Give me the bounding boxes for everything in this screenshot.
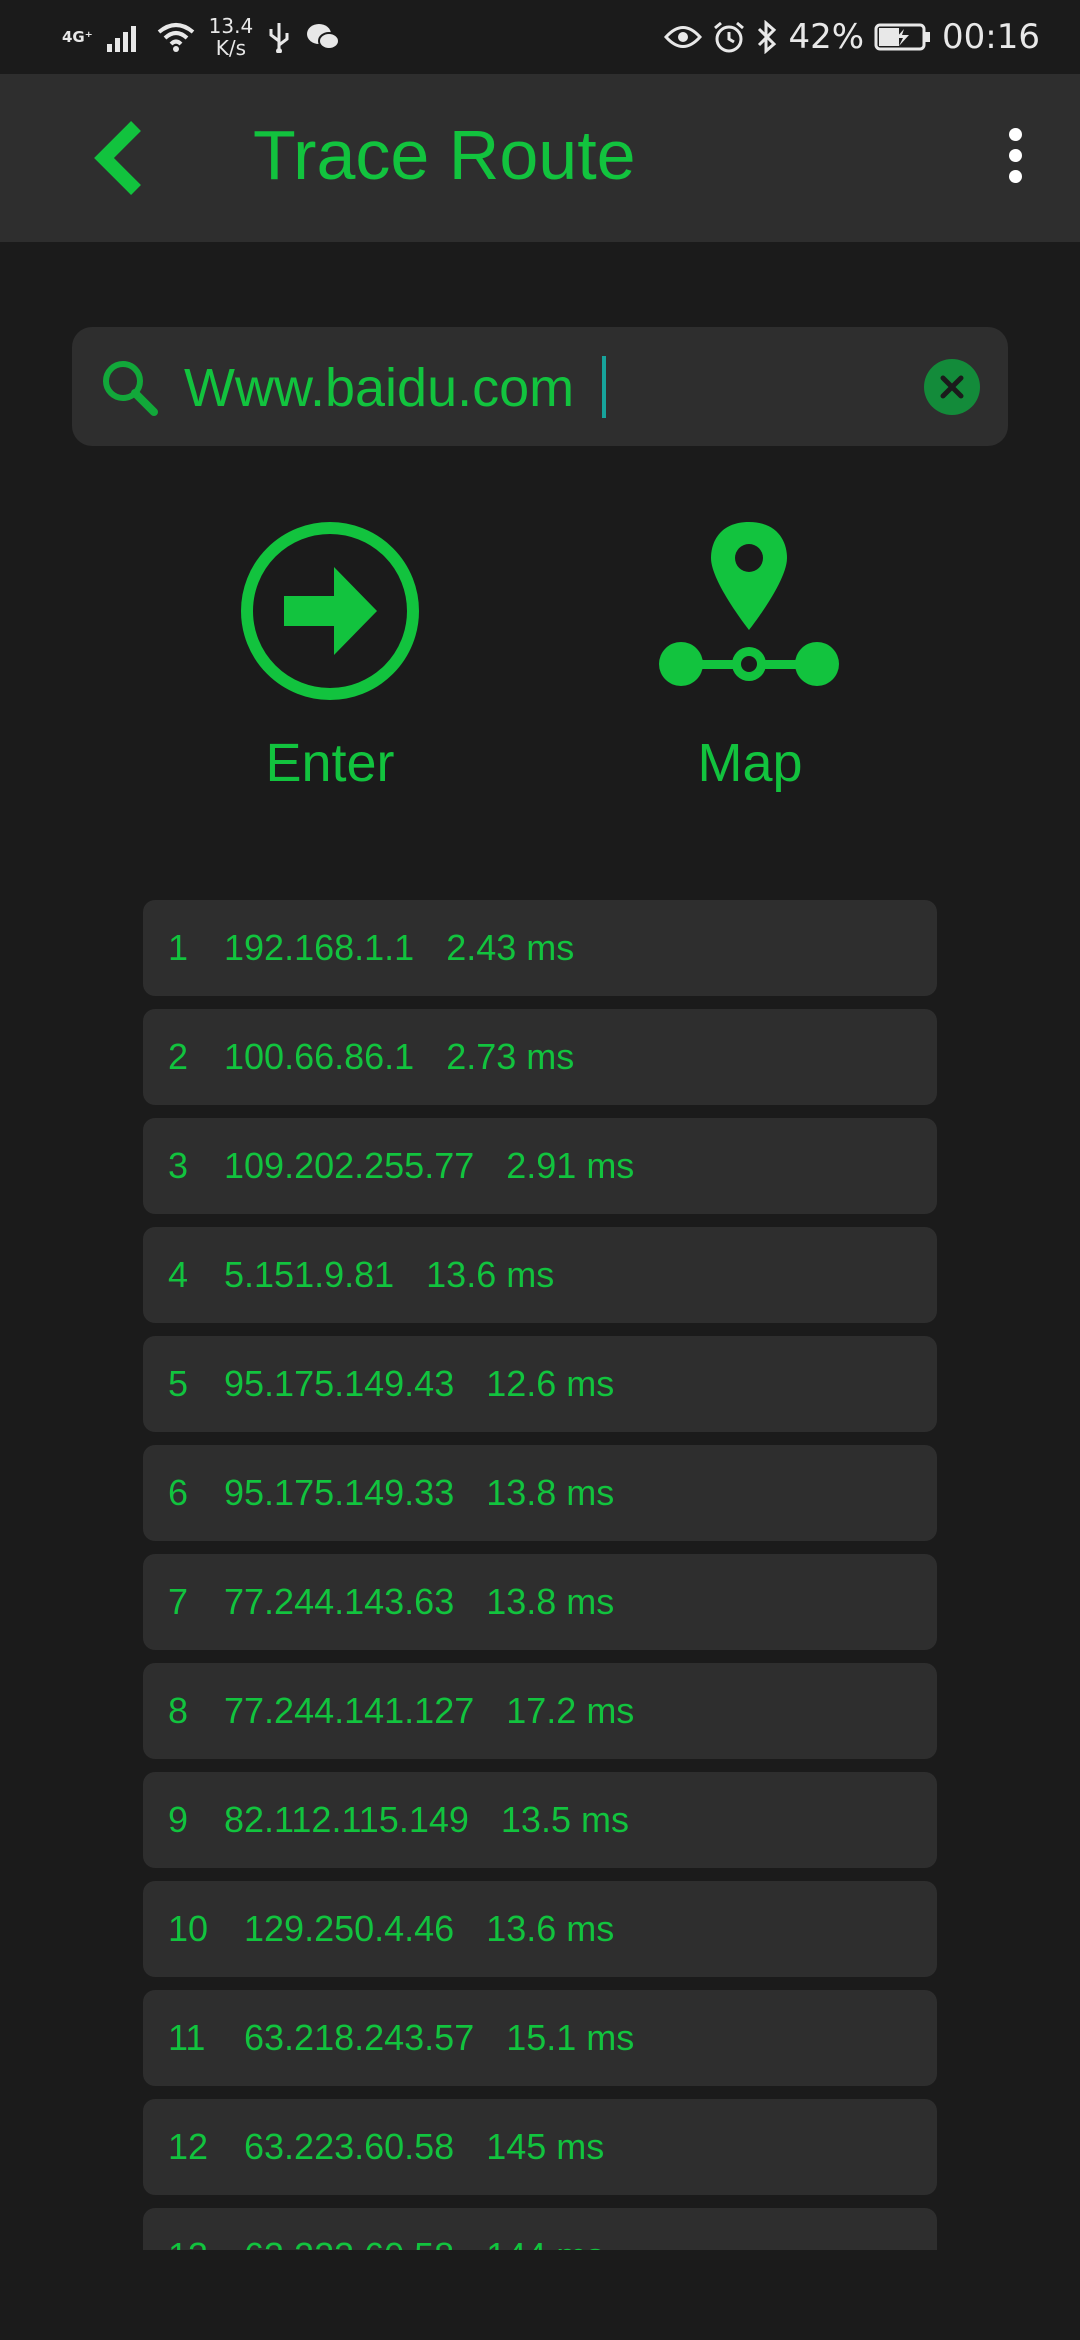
usb-icon — [269, 23, 289, 53]
hop-row[interactable]: 8 77.244.141.127 17.2 ms — [143, 1663, 937, 1759]
cell-signal-icon — [106, 26, 136, 52]
hop-number: 9 — [168, 1799, 189, 1840]
hop-row[interactable]: 1 192.168.1.1 2.43 ms — [143, 900, 937, 996]
hop-latency: 13.8 ms — [486, 1472, 615, 1513]
hop-ip-address: 63.223.60.58 — [244, 2126, 455, 2167]
dot-icon — [1008, 128, 1022, 141]
dot-icon — [1008, 149, 1022, 162]
enter-button[interactable]: Enter — [220, 520, 440, 794]
hop-latency: 13.8 ms — [486, 1581, 615, 1622]
battery-charging-icon — [874, 23, 931, 51]
hop-ip-address: 109.202.255.77 — [224, 1145, 475, 1186]
status-left: 4G⁺ 13.4 K/s — [62, 14, 341, 60]
app-bar: Trace Route — [0, 74, 1080, 242]
wechat-icon — [307, 24, 341, 50]
hop-latency: 15.1 ms — [506, 2017, 635, 2058]
text-caret — [602, 356, 606, 418]
eye-icon — [664, 26, 703, 48]
hop-row[interactable]: 6 95.175.149.33 13.8 ms — [143, 1445, 937, 1541]
host-input[interactable] — [182, 349, 986, 427]
hop-number: 2 — [168, 1036, 189, 1077]
close-icon — [940, 375, 964, 399]
hop-ip-address: 63.218.243.57 — [244, 2017, 475, 2058]
hop-ip-address: 100.66.86.1 — [224, 1036, 415, 1077]
map-label: Map — [697, 733, 803, 793]
hop-number: 6 — [168, 1472, 189, 1513]
back-arrow-icon — [94, 121, 141, 195]
status-bar: 4G⁺ 13.4 K/s 42% 00:16 — [0, 0, 1080, 74]
enter-label: Enter — [265, 733, 395, 793]
status-right: 42% 00:16 — [664, 14, 1040, 60]
hop-row[interactable]: 2 100.66.86.1 2.73 ms — [143, 1009, 937, 1105]
hop-number: 3 — [168, 1145, 189, 1186]
overflow-menu-button[interactable] — [996, 128, 1034, 196]
hop-number: 11 — [168, 2017, 206, 2058]
hop-number: 13 — [168, 2235, 244, 2250]
hop-number: 12 — [168, 2126, 209, 2167]
hop-latency: 2.73 ms — [446, 1036, 575, 1077]
hop-row[interactable]: 11 63.218.243.57 15.1 ms — [143, 1990, 937, 2086]
hop-latency: 145 ms — [486, 2126, 605, 2167]
hop-number: 4 — [168, 1254, 189, 1295]
battery-percent: 42% — [788, 17, 865, 57]
network-type: 4G⁺ — [62, 27, 93, 46]
speed-unit: K/s — [215, 36, 247, 60]
hop-number: 8 — [168, 1690, 189, 1731]
alarm-icon — [714, 21, 745, 53]
back-button[interactable] — [88, 118, 158, 198]
search-bar — [72, 327, 1008, 446]
page-title: Trace Route — [253, 116, 636, 194]
map-pin-route-icon — [659, 522, 839, 686]
hop-ip-address: 77.244.143.63 — [224, 1581, 455, 1622]
hop-row[interactable]: 1363.223.60.58 144 ms — [143, 2208, 937, 2250]
hop-ip-address: 95.175.149.43 — [224, 1363, 455, 1404]
clock: 00:16 — [942, 17, 1040, 57]
hop-row[interactable]: 9 82.112.115.149 13.5 ms — [143, 1772, 937, 1868]
hop-latency: 144 ms — [486, 2235, 604, 2250]
hop-number: 10 — [168, 1908, 209, 1949]
hop-row[interactable]: 5 95.175.149.43 12.6 ms — [143, 1336, 937, 1432]
hop-row[interactable]: 10 129.250.4.46 13.6 ms — [143, 1881, 937, 1977]
arrow-circle-icon — [241, 522, 419, 700]
trace-results-list[interactable]: 1 192.168.1.1 2.43 ms 2 100.66.86.1 2.73 ms 3 1… — [143, 900, 937, 2250]
hop-row[interactable]: 7 77.244.143.63 13.8 ms — [143, 1554, 937, 1650]
hop-latency: 13.6 ms — [486, 1908, 615, 1949]
hop-row[interactable]: 3 109.202.255.77 2.91 ms — [143, 1118, 937, 1214]
hop-ip-address: 95.175.149.33 — [224, 1472, 455, 1513]
clear-button[interactable] — [924, 359, 980, 415]
wifi-icon — [157, 23, 194, 52]
speed-value: 13.4 — [208, 14, 254, 38]
hop-latency: 2.91 ms — [506, 1145, 635, 1186]
hop-ip-address: 63.223.60.58 — [244, 2235, 454, 2250]
hop-number: 5 — [168, 1363, 189, 1404]
hop-row[interactable]: 4 5.151.9.81 13.6 ms — [143, 1227, 937, 1323]
hop-latency: 13.6 ms — [426, 1254, 555, 1295]
hop-ip-address: 77.244.141.127 — [224, 1690, 475, 1731]
hop-latency: 13.5 ms — [500, 1799, 629, 1840]
hop-ip-address: 192.168.1.1 — [224, 927, 415, 968]
hop-ip-address: 5.151.9.81 — [224, 1254, 395, 1295]
hop-latency: 17.2 ms — [506, 1690, 635, 1731]
hop-latency: 12.6 ms — [486, 1363, 615, 1404]
hop-number: 7 — [168, 1581, 189, 1622]
map-button[interactable]: Map — [640, 520, 860, 794]
hop-number: 1 — [168, 927, 189, 968]
hop-ip-address: 82.112.115.149 — [224, 1799, 469, 1840]
hop-latency: 2.43 ms — [446, 927, 575, 968]
search-icon — [103, 361, 158, 416]
hop-row[interactable]: 12 63.223.60.58 145 ms — [143, 2099, 937, 2195]
network-speed: 13.4 K/s — [209, 15, 254, 59]
dot-icon — [1008, 170, 1022, 183]
bluetooth-icon — [758, 20, 777, 54]
hop-ip-address: 129.250.4.46 — [244, 1908, 455, 1949]
